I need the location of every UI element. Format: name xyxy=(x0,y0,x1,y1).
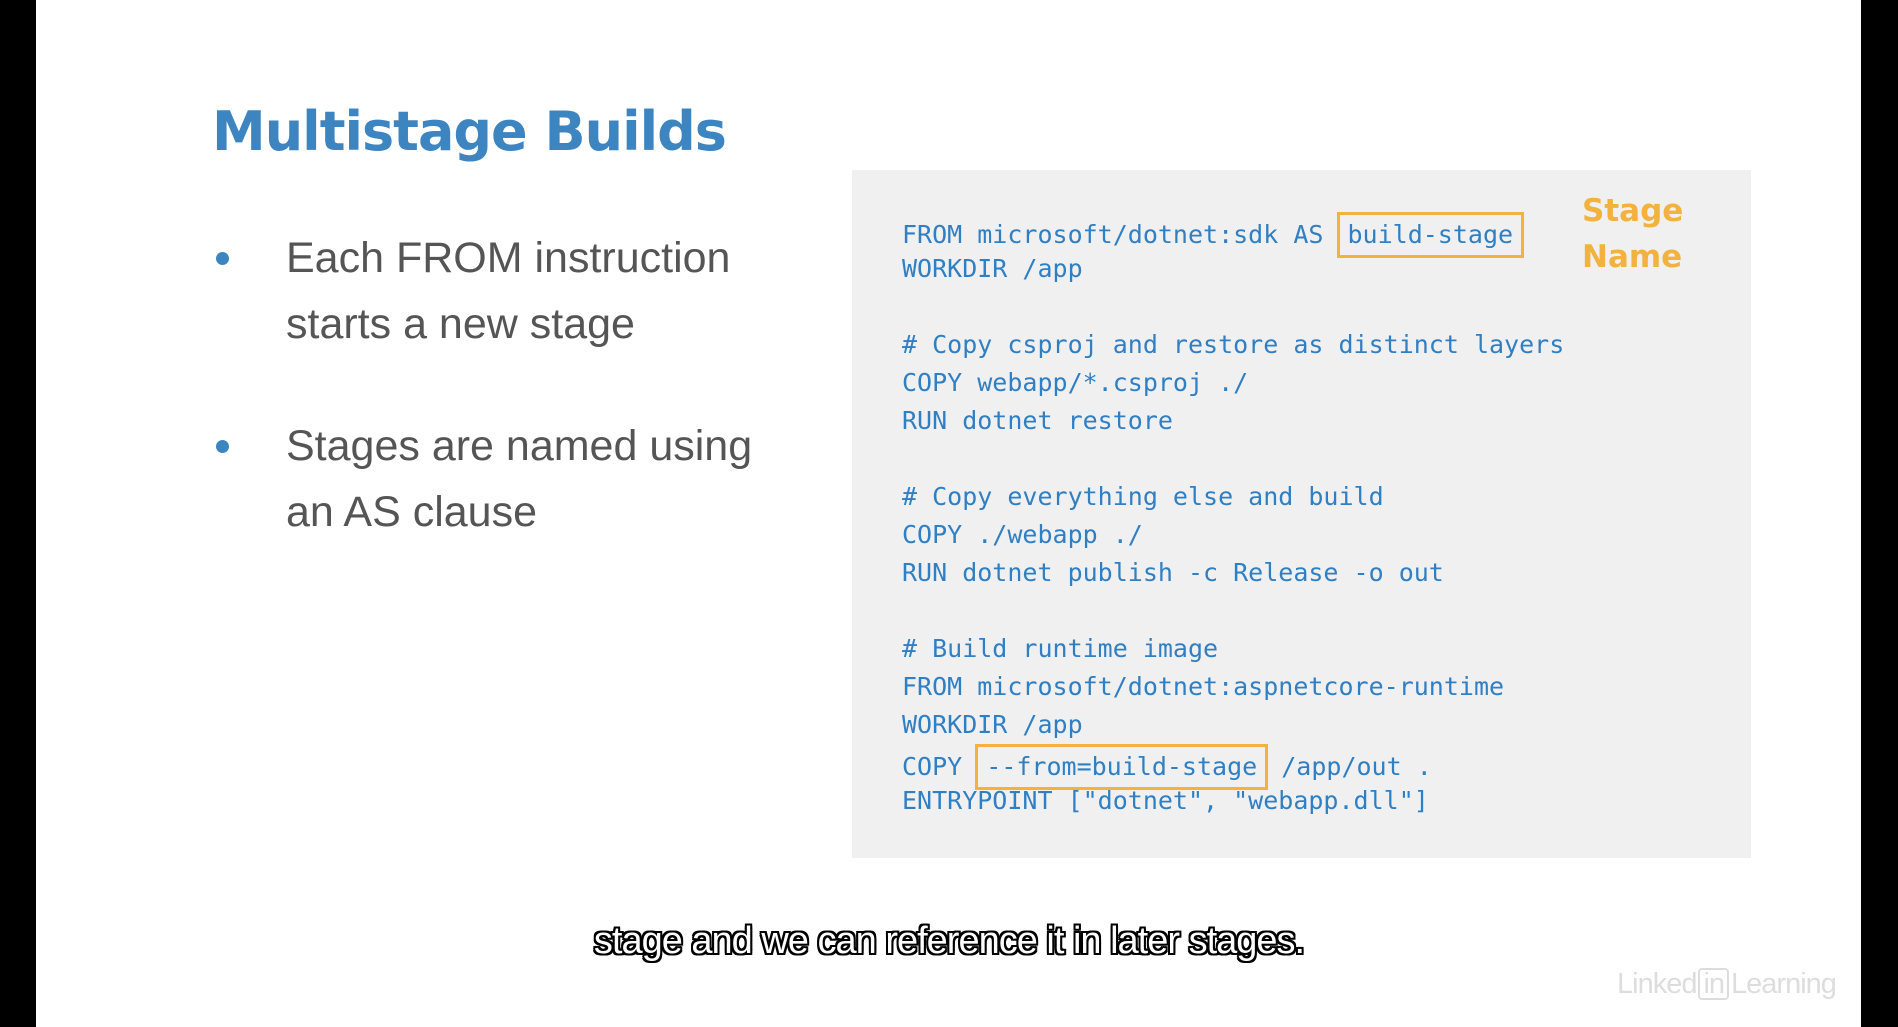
logo-text: Linked xyxy=(1617,968,1697,1000)
stage-name-annotation: Stage Name xyxy=(1582,188,1683,280)
linkedin-learning-logo: Linked in Learning xyxy=(1617,968,1837,1001)
code-line: ENTRYPOINT ["dotnet", "webapp.dll"] xyxy=(902,786,1429,815)
annotation-text: Name xyxy=(1582,239,1683,275)
code-line: COPY --from=build-stage /app/out . xyxy=(902,744,1564,790)
code-line: COPY webapp/*.csproj ./ xyxy=(902,368,1249,397)
bullet-item: Stages are named using an AS clause xyxy=(212,413,832,545)
code-text: COPY xyxy=(902,752,978,781)
slide-title: Multistage Builds xyxy=(212,100,727,163)
logo-in-badge: in xyxy=(1698,968,1730,1000)
code-line: FROM microsoft/dotnet:aspnetcore-runtime xyxy=(902,672,1505,701)
code-comment: # Copy everything else and build xyxy=(902,482,1384,511)
code-line: RUN dotnet publish -c Release -o out xyxy=(902,558,1444,587)
logo-text: Learning xyxy=(1731,968,1837,1000)
code-line: COPY ./webapp ./ xyxy=(902,520,1143,549)
bullet-dot-icon xyxy=(216,440,229,453)
code-comment: # Build runtime image xyxy=(902,634,1219,663)
bullet-text: an AS clause xyxy=(286,488,538,536)
stage-name-highlight: build-stage xyxy=(1336,212,1525,258)
code-comment: # Copy csproj and restore as distinct la… xyxy=(902,330,1565,359)
code-line: WORKDIR /app xyxy=(902,710,1083,739)
code-block: FROM microsoft/dotnet:sdk AS build-stage… xyxy=(902,212,1564,820)
bullet-item: Each FROM instruction starts a new stage xyxy=(212,225,832,357)
bullet-text: Stages are named using xyxy=(286,422,753,470)
code-text: FROM microsoft/dotnet:sdk AS xyxy=(902,220,1339,249)
annotation-text: Stage xyxy=(1582,193,1684,229)
code-text: /app/out . xyxy=(1266,752,1432,781)
code-line: RUN dotnet restore xyxy=(902,406,1173,435)
bullet-list: Each FROM instruction starts a new stage… xyxy=(212,225,832,545)
bullet-text: starts a new stage xyxy=(286,300,635,348)
video-frame: Multistage Builds Each FROM instruction … xyxy=(0,0,1898,1027)
code-line: FROM microsoft/dotnet:sdk AS build-stage xyxy=(902,212,1564,258)
bullet-dot-icon xyxy=(216,252,229,265)
subtitle-caption: stage and we can reference it in later s… xyxy=(593,920,1305,962)
bullet-text: Each FROM instruction xyxy=(286,234,731,282)
